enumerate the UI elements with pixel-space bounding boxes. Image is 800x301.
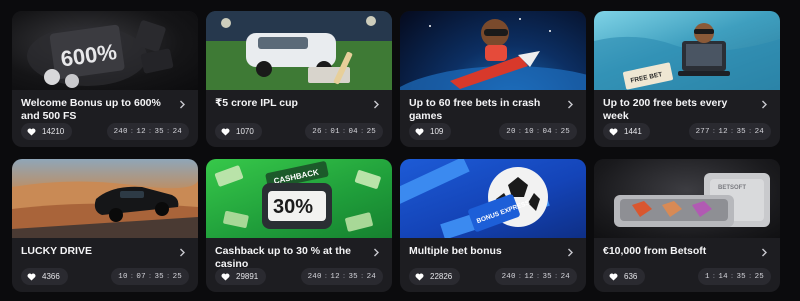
likes-button[interactable]: 14210	[21, 123, 73, 140]
heart-icon	[609, 128, 618, 136]
chevron-right-icon[interactable]	[370, 98, 382, 110]
likes-count: 22826	[430, 272, 453, 281]
promo-card-betsoft[interactable]: BETSOFT €10,000 from Betsoft 636 1:14:35…	[594, 159, 780, 292]
countdown-timer: 10:07:35:25	[111, 268, 189, 285]
art-text: 30%	[273, 196, 313, 218]
likes-count: 29891	[236, 272, 259, 281]
promo-title: Up to 60 free bets in crash games	[409, 97, 541, 122]
likes-button[interactable]: 109	[409, 123, 452, 140]
promo-title: Up to 200 free bets every week	[603, 97, 728, 122]
promo-image-welcome-bonus: 600%	[12, 11, 198, 90]
art-text: BETSOFT	[718, 185, 746, 191]
promo-image-ipl-cup	[206, 11, 392, 90]
heart-icon	[27, 128, 36, 136]
heart-icon	[415, 273, 424, 281]
countdown-timer: 1:14:35:25	[697, 268, 771, 285]
likes-button[interactable]: 29891	[215, 268, 267, 285]
countdown-timer: 240:12:35:24	[494, 268, 577, 285]
chevron-right-icon[interactable]	[564, 98, 576, 110]
promo-card-cashback[interactable]: CASHBACK 30% Cashback up to 30 % at the …	[206, 159, 392, 292]
promotions-grid: 600% Welcome Bonus up to 600% and 500 FS…	[12, 11, 780, 292]
promo-card-lucky-drive[interactable]: LUCKY DRIVE 4366 10:07:35:25	[12, 159, 198, 292]
chevron-right-icon[interactable]	[176, 246, 188, 258]
promo-card-welcome-bonus[interactable]: 600% Welcome Bonus up to 600% and 500 FS…	[12, 11, 198, 147]
chevron-right-icon[interactable]	[564, 246, 576, 258]
promo-card-multiple-bet[interactable]: BONUS EXPRESS Multiple bet bonus 22826 2…	[400, 159, 586, 292]
likes-button[interactable]: 636	[603, 268, 646, 285]
heart-icon	[415, 128, 424, 136]
promo-image-free-bets-weekly: FREE BET	[594, 11, 780, 90]
likes-count: 4366	[42, 272, 60, 281]
promo-title: LUCKY DRIVE	[21, 245, 92, 257]
heart-icon	[27, 273, 36, 281]
likes-count: 14210	[42, 127, 65, 136]
countdown-timer: 240:12:35:24	[300, 268, 383, 285]
promo-image-betsoft: BETSOFT	[594, 159, 780, 238]
likes-count: 1441	[624, 127, 642, 136]
likes-count: 636	[624, 272, 638, 281]
likes-button[interactable]: 4366	[21, 268, 68, 285]
chevron-right-icon[interactable]	[758, 98, 770, 110]
likes-button[interactable]: 22826	[409, 268, 461, 285]
promo-image-lucky-drive	[12, 159, 198, 238]
heart-icon	[221, 273, 230, 281]
promo-image-crash-games	[400, 11, 586, 90]
promo-title: €10,000 from Betsoft	[603, 245, 707, 257]
chevron-right-icon[interactable]	[176, 98, 188, 110]
promo-image-cashback: CASHBACK 30%	[206, 159, 392, 238]
likes-button[interactable]: 1070	[215, 123, 262, 140]
promo-title: Multiple bet bonus	[409, 245, 502, 257]
countdown-timer: 20:10:04:25	[499, 123, 577, 140]
countdown-timer: 26:01:04:25	[305, 123, 383, 140]
promo-title: ₹5 crore IPL cup	[215, 97, 298, 109]
chevron-right-icon[interactable]	[758, 246, 770, 258]
likes-count: 1070	[236, 127, 254, 136]
likes-button[interactable]: 1441	[603, 123, 650, 140]
chevron-right-icon[interactable]	[370, 246, 382, 258]
countdown-timer: 240:12:35:24	[106, 123, 189, 140]
promo-card-crash-games[interactable]: Up to 60 free bets in crash games 109 20…	[400, 11, 586, 147]
countdown-timer: 277:12:35:24	[688, 123, 771, 140]
promo-image-multiple-bet: BONUS EXPRESS	[400, 159, 586, 238]
promo-card-ipl-cup[interactable]: ₹5 crore IPL cup 1070 26:01:04:25	[206, 11, 392, 147]
heart-icon	[221, 128, 230, 136]
promo-card-free-bets-weekly[interactable]: FREE BET Up to 200 free bets every week …	[594, 11, 780, 147]
promo-title: Welcome Bonus up to 600% and 500 FS	[21, 97, 161, 122]
likes-count: 109	[430, 127, 444, 136]
heart-icon	[609, 273, 618, 281]
